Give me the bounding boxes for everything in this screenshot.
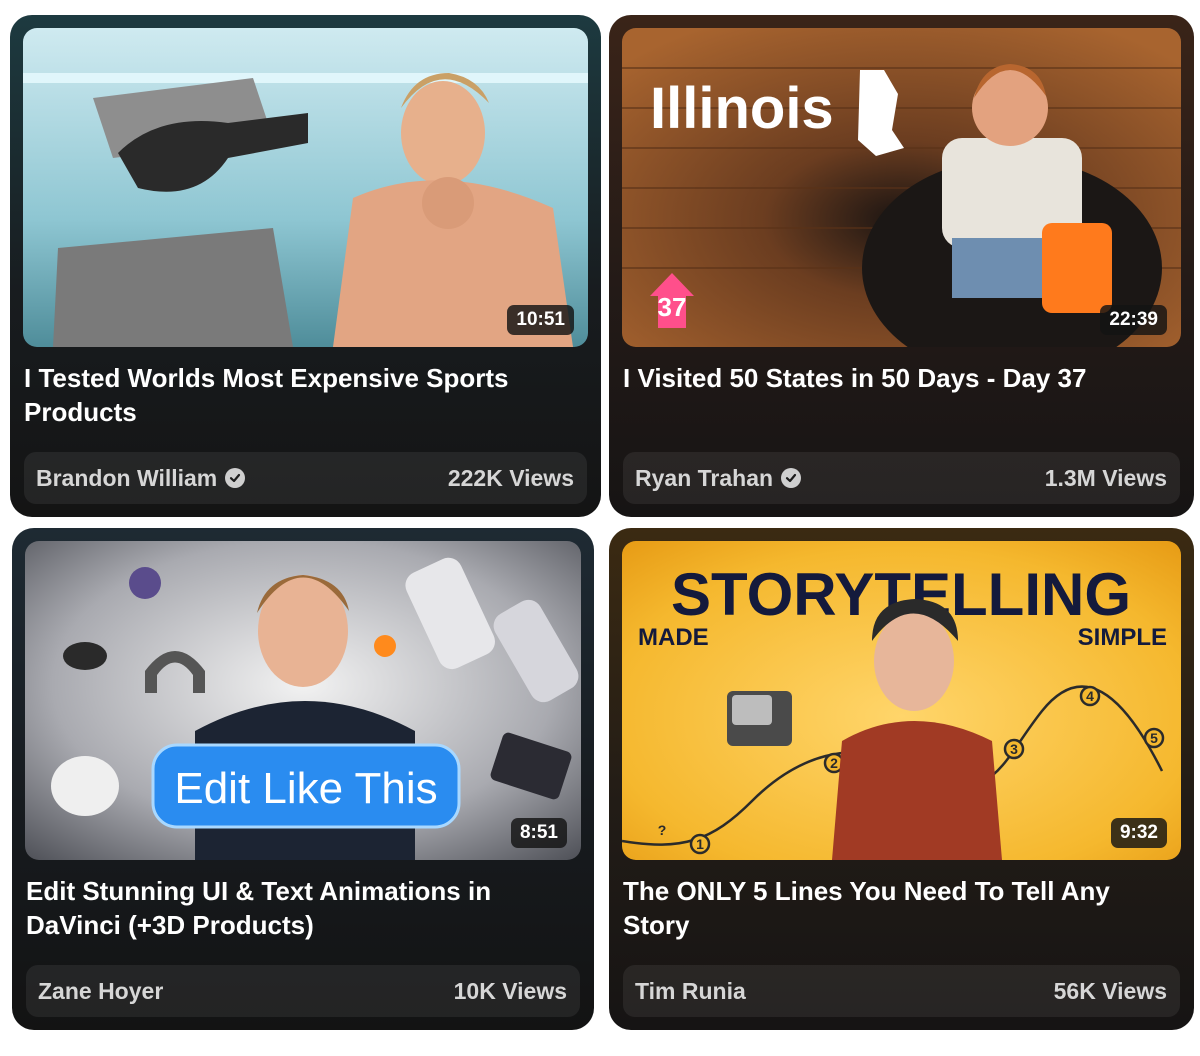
thumbnail-image: STORYTELLING MADE SIMPLE ? 1 2 3 4 5 — [622, 541, 1181, 860]
graph-label: 2 — [830, 755, 838, 771]
video-title[interactable]: Edit Stunning UI & Text Animations in Da… — [26, 874, 580, 942]
video-title[interactable]: I Visited 50 States in 50 Days - Day 37 — [623, 361, 1180, 395]
thumbnail-image: Edit Like This — [25, 541, 581, 860]
video-meta-bar: Ryan Trahan 1.3M Views — [623, 452, 1180, 504]
graph-label: 5 — [1150, 730, 1158, 746]
video-thumbnail[interactable]: 37 Illinois 22:39 — [622, 28, 1181, 347]
day-number-badge: 37 — [658, 292, 687, 322]
channel-name[interactable]: Zane Hoyer — [38, 978, 163, 1005]
video-card[interactable]: 37 Illinois 22:39 I Visited 50 States in… — [609, 15, 1194, 517]
video-thumbnail[interactable]: Edit Like This 8:51 — [25, 541, 581, 860]
video-meta-bar: Brandon William 222K Views — [24, 452, 587, 504]
video-title[interactable]: The ONLY 5 Lines You Need To Tell Any St… — [623, 874, 1180, 942]
video-card[interactable]: STORYTELLING MADE SIMPLE ? 1 2 3 4 5 9:3… — [609, 528, 1194, 1030]
graph-label: 3 — [1010, 741, 1018, 757]
channel-info[interactable]: Tim Runia — [635, 978, 746, 1005]
view-count: 56K Views — [1053, 977, 1167, 1004]
thumbnail-state-text: Illinois — [650, 76, 834, 141]
graph-label: 4 — [1086, 688, 1094, 704]
thumbnail-subtext-right: SIMPLE — [1078, 624, 1167, 651]
channel-info[interactable]: Ryan Trahan — [635, 465, 802, 492]
channel-info[interactable]: Zane Hoyer — [38, 978, 163, 1005]
channel-name[interactable]: Tim Runia — [635, 978, 746, 1005]
duration-badge: 9:32 — [1110, 818, 1167, 848]
verified-check-icon — [225, 468, 246, 488]
thumbnail-overlay-text: Edit Like This — [174, 764, 437, 813]
verified-check-icon — [781, 468, 802, 488]
duration-badge: 22:39 — [1100, 305, 1167, 335]
video-card[interactable]: 10:51 I Tested Worlds Most Expensive Spo… — [10, 15, 601, 517]
view-count: 222K Views — [447, 464, 574, 491]
view-count: 10K Views — [453, 977, 567, 1004]
duration-badge: 10:51 — [507, 305, 574, 335]
video-thumbnail[interactable]: STORYTELLING MADE SIMPLE ? 1 2 3 4 5 9:3… — [622, 541, 1181, 860]
channel-info[interactable]: Brandon William — [36, 465, 246, 492]
video-thumbnail[interactable]: 10:51 — [23, 28, 588, 347]
graph-label: ? — [658, 822, 667, 838]
channel-name[interactable]: Ryan Trahan — [635, 465, 773, 492]
channel-name[interactable]: Brandon William — [36, 465, 217, 492]
graph-label: 1 — [696, 836, 704, 852]
thumbnail-image — [23, 28, 588, 347]
video-card[interactable]: Edit Like This 8:51 Edit Stunning UI & T… — [12, 528, 594, 1030]
duration-badge: 8:51 — [510, 818, 567, 848]
video-meta-bar: Tim Runia 56K Views — [623, 965, 1180, 1017]
view-count: 1.3M Views — [1044, 464, 1167, 491]
video-meta-bar: Zane Hoyer 10K Views — [26, 965, 580, 1017]
video-title[interactable]: I Tested Worlds Most Expensive Sports Pr… — [24, 361, 587, 429]
thumbnail-subtext-left: MADE — [638, 624, 709, 651]
thumbnail-image: 37 Illinois — [622, 28, 1181, 347]
